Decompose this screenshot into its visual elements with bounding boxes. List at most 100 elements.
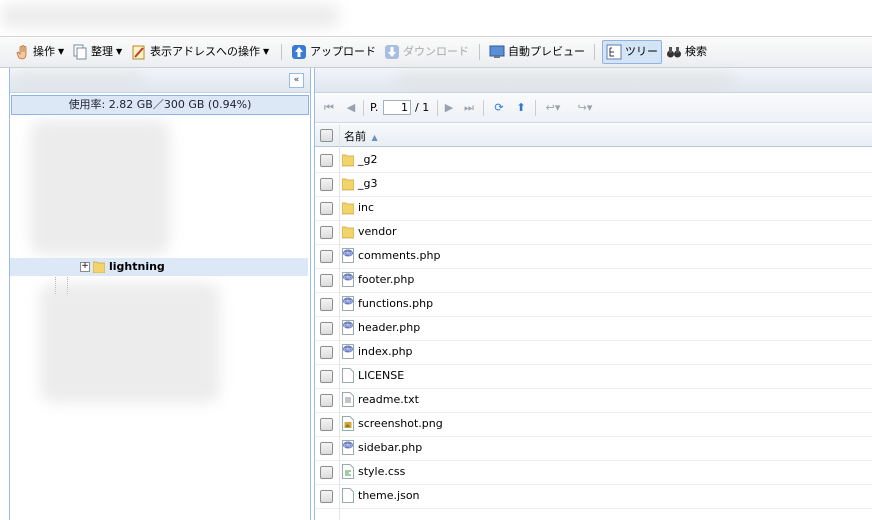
file-name: header.php — [358, 321, 421, 334]
css-file-icon — [342, 464, 354, 479]
search-button[interactable]: 検索 — [666, 41, 707, 63]
download-button[interactable]: ダウンロード — [384, 41, 469, 63]
row-checkbox[interactable] — [320, 490, 333, 503]
first-page-icon[interactable]: ⏮ — [321, 100, 337, 116]
file-row[interactable]: vendor — [315, 220, 872, 245]
file-row[interactable]: php functions.php — [315, 292, 872, 317]
folder-icon — [341, 152, 355, 167]
operation-label: 操作 — [33, 45, 55, 58]
back-icon[interactable]: ↩▾ — [541, 100, 565, 116]
file-icon — [342, 488, 354, 503]
upload-button[interactable]: アップロード — [291, 41, 376, 63]
file-name: LICENSE — [358, 369, 405, 382]
parent-folder-icon[interactable]: ⬆ — [513, 100, 529, 116]
row-checkbox[interactable] — [320, 202, 333, 215]
file-row[interactable]: php index.php — [315, 340, 872, 365]
row-checkbox[interactable] — [320, 274, 333, 287]
file-row[interactable]: theme.json — [315, 484, 872, 509]
file-name: inc — [358, 201, 375, 214]
address-ops-label: 表示アドレスへの操作 — [150, 45, 260, 58]
file-row[interactable]: LICENSE — [315, 364, 872, 389]
file-name: style.css — [358, 465, 406, 478]
php-file-icon: php — [342, 272, 354, 287]
file-name: footer.php — [358, 273, 415, 286]
file-name: comments.php — [358, 249, 441, 262]
file-row[interactable]: style.css — [315, 460, 872, 485]
double-chevron-left-icon: « — [293, 75, 300, 85]
svg-text:php: php — [344, 443, 352, 448]
refresh-icon[interactable]: ⟳ — [491, 100, 507, 116]
download-arrow-icon — [384, 44, 400, 60]
folder-tree-panel: « 使用率: 2.82 GB／300 GB (0.94%) + lightnin… — [9, 68, 311, 520]
sort-ascending-icon: ▲ — [371, 133, 378, 142]
file-icon — [342, 368, 354, 383]
file-row[interactable]: _g2 — [315, 148, 872, 173]
file-row[interactable]: php comments.php — [315, 244, 872, 269]
file-list-panel: ⏮ ◀ P. 1 / 1 ▶ ⏭ ⟳ ⬆ ↩▾ ↪▾ 名前 ▲ _g2 _g3in… — [314, 68, 872, 520]
row-checkbox[interactable] — [320, 250, 333, 263]
grid-header: 名前 ▲ — [315, 124, 872, 147]
row-checkbox[interactable] — [320, 394, 333, 407]
row-checkbox[interactable] — [320, 442, 333, 455]
binoculars-icon — [666, 44, 682, 60]
collapse-panel-button[interactable]: « — [289, 73, 304, 88]
expand-icon[interactable]: + — [80, 262, 90, 272]
file-row[interactable]: php footer.php — [315, 268, 872, 293]
pager-toolbar: ⏮ ◀ P. 1 / 1 ▶ ⏭ ⟳ ⬆ ↩▾ ↪▾ — [315, 94, 872, 123]
name-column-label: 名前 — [344, 130, 366, 143]
hand-icon — [14, 44, 30, 60]
dropdown-arrow-icon: ▼ — [58, 47, 65, 56]
svg-text:php: php — [344, 251, 352, 256]
prev-page-icon[interactable]: ◀ — [343, 100, 359, 116]
page-total: / 1 — [415, 101, 430, 114]
php-file-icon: php — [342, 248, 354, 263]
row-checkbox[interactable] — [320, 298, 333, 311]
operation-menu-button[interactable]: 操作 ▼ — [14, 41, 64, 63]
row-checkbox[interactable] — [320, 466, 333, 479]
file-name: index.php — [358, 345, 413, 358]
auto-preview-label: 自動プレビュー — [508, 45, 585, 58]
file-name: screenshot.png — [358, 417, 443, 430]
file-panel-header — [315, 68, 872, 93]
file-name: vendor — [358, 225, 397, 238]
file-name: sidebar.php — [358, 441, 423, 454]
document-copy-icon — [72, 44, 88, 60]
file-name: theme.json — [358, 489, 420, 502]
php-file-icon: php — [342, 440, 354, 455]
page-number-input[interactable]: 1 — [383, 100, 411, 115]
monitor-icon — [489, 44, 505, 60]
file-name: functions.php — [358, 297, 434, 310]
file-row[interactable]: php sidebar.php — [315, 436, 872, 461]
auto-preview-button[interactable]: 自動プレビュー — [489, 41, 585, 63]
row-checkbox[interactable] — [320, 154, 333, 167]
row-checkbox[interactable] — [320, 322, 333, 335]
tree-node-lightning[interactable]: + lightning — [10, 258, 308, 276]
image-file-icon — [342, 416, 354, 431]
next-page-icon[interactable]: ▶ — [441, 100, 457, 116]
organize-label: 整理 — [91, 45, 113, 58]
last-page-icon[interactable]: ⏭ — [461, 100, 477, 116]
svg-text:php: php — [344, 299, 352, 304]
file-row[interactable]: readme.txt — [315, 388, 872, 413]
file-name: _g2 — [358, 153, 378, 166]
file-row[interactable]: screenshot.png — [315, 412, 872, 437]
upload-label: アップロード — [310, 45, 376, 58]
disk-usage-bar: 使用率: 2.82 GB／300 GB (0.94%) — [11, 95, 309, 115]
row-checkbox[interactable] — [320, 178, 333, 191]
forward-icon[interactable]: ↪▾ — [573, 100, 597, 116]
address-ops-menu-button[interactable]: 表示アドレスへの操作 ▼ — [131, 41, 269, 63]
row-checkbox[interactable] — [320, 370, 333, 383]
file-row[interactable]: _g3 — [315, 172, 872, 197]
select-all-checkbox[interactable] — [320, 129, 333, 142]
svg-text:php: php — [344, 323, 352, 328]
file-row[interactable]: php header.php — [315, 316, 872, 341]
row-checkbox[interactable] — [320, 418, 333, 431]
name-column-header[interactable]: 名前 ▲ — [344, 128, 378, 144]
tree-toggle-button[interactable]: ツリー — [602, 40, 662, 64]
folder-icon — [341, 224, 355, 239]
row-checkbox[interactable] — [320, 226, 333, 239]
row-checkbox[interactable] — [320, 346, 333, 359]
file-row[interactable]: inc — [315, 196, 872, 221]
download-label: ダウンロード — [403, 45, 469, 58]
organize-menu-button[interactable]: 整理 ▼ — [72, 41, 122, 63]
